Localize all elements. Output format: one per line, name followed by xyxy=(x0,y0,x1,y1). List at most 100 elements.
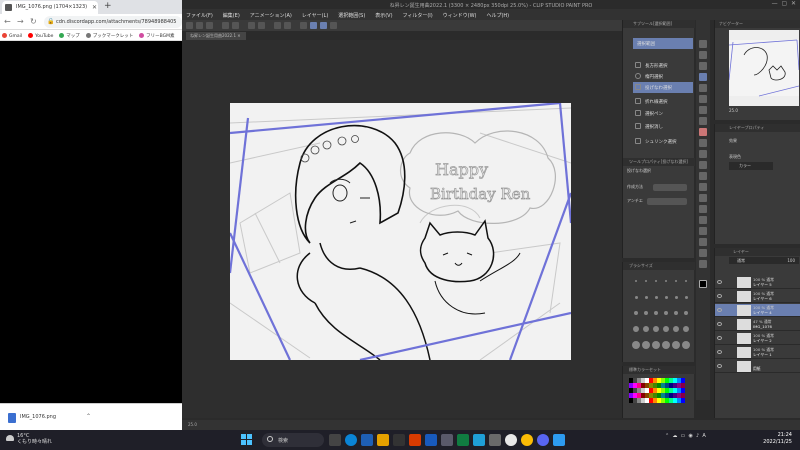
deselect-icon[interactable] xyxy=(284,22,291,29)
display-color-select[interactable]: カラー xyxy=(729,162,773,170)
taskbar-search[interactable]: 検索 xyxy=(262,433,324,447)
zoom-icon[interactable] xyxy=(699,40,707,48)
brush-size-option[interactable] xyxy=(684,295,688,299)
chrome-icon[interactable] xyxy=(521,434,533,446)
eye-icon[interactable] xyxy=(717,322,722,326)
menu-filter[interactable]: フィルター(I) xyxy=(398,9,436,19)
clear-icon[interactable] xyxy=(248,22,255,29)
airbrush-icon[interactable] xyxy=(699,139,707,147)
decorate-icon[interactable] xyxy=(699,150,707,158)
subtool-selection-pen[interactable]: 選択ペン xyxy=(633,108,693,119)
subtool-polyline-select[interactable]: 折れ線選択 xyxy=(633,96,693,107)
brush-size-option[interactable] xyxy=(634,311,638,315)
brush-size-option[interactable] xyxy=(655,280,657,282)
brush-size-option[interactable] xyxy=(665,280,667,282)
ruler-icon[interactable] xyxy=(699,227,707,235)
app-cyan-icon[interactable] xyxy=(553,434,565,446)
pen-icon[interactable] xyxy=(699,106,707,114)
window-controls[interactable]: — ▢ ✕ xyxy=(772,0,796,7)
fill-icon[interactable] xyxy=(699,183,707,191)
discord-icon[interactable] xyxy=(537,434,549,446)
menu-window[interactable]: ウィンドウ(W) xyxy=(439,9,481,19)
app-gray-icon[interactable] xyxy=(489,434,501,446)
brush-size-option[interactable] xyxy=(663,326,669,332)
menu-layer[interactable]: レイヤー(L) xyxy=(298,9,333,19)
brush-size-option[interactable] xyxy=(635,280,637,282)
text-icon[interactable] xyxy=(699,238,707,246)
canvas-area[interactable]: Happy Birthday Ren xyxy=(182,40,622,418)
brush-size-option[interactable] xyxy=(642,341,650,349)
select-all-icon[interactable] xyxy=(274,22,281,29)
brush-size-option[interactable] xyxy=(653,326,659,332)
move-icon[interactable] xyxy=(699,62,707,70)
shape-icon[interactable] xyxy=(699,205,707,213)
brush-size-option[interactable] xyxy=(664,311,668,315)
layer-row[interactable]: 100 % 通常 レイヤー 6 xyxy=(715,290,800,303)
brush-size-option[interactable] xyxy=(684,311,688,315)
redo-icon[interactable] xyxy=(232,22,239,29)
wand-icon[interactable] xyxy=(699,84,707,92)
subtool-selection-eraser[interactable]: 選択消し xyxy=(633,121,693,132)
new-tab-button[interactable]: + xyxy=(104,1,112,11)
eye-icon[interactable] xyxy=(717,308,722,312)
snap-ruler-icon[interactable] xyxy=(310,22,317,29)
bookmark-gmail[interactable]: Gmail xyxy=(0,30,24,39)
layer-row[interactable]: 100 % 通常 レイヤー 2 xyxy=(715,332,800,345)
frame-icon[interactable] xyxy=(699,216,707,224)
brush-size-option[interactable] xyxy=(654,311,658,315)
subtool-shrink-select[interactable]: シュリンク選択 xyxy=(633,136,693,147)
menu-view[interactable]: 表示(V) xyxy=(371,9,396,19)
brush-size-option[interactable] xyxy=(645,280,647,282)
subtool-group-tab[interactable]: 選択範囲 xyxy=(633,38,693,49)
brush-size-option[interactable] xyxy=(654,295,658,299)
bookmark-maps[interactable]: マップ xyxy=(57,30,82,39)
eyedropper-icon[interactable] xyxy=(699,95,707,103)
mail-icon[interactable] xyxy=(361,434,373,446)
eye-icon[interactable] xyxy=(717,364,722,368)
excel-icon[interactable] xyxy=(457,434,469,446)
brush-size-option[interactable] xyxy=(633,326,639,332)
layer-row[interactable]: 47 % 通常 IMG_1076 xyxy=(715,318,800,331)
blend-mode-select[interactable]: 通常 100 xyxy=(729,257,799,264)
line-icon[interactable] xyxy=(699,260,707,268)
save-icon[interactable] xyxy=(206,22,213,29)
navigator-zoom[interactable]: 25.0 xyxy=(729,108,738,113)
brush-size-option[interactable] xyxy=(673,326,679,332)
balloon-icon[interactable] xyxy=(699,249,707,257)
start-button[interactable] xyxy=(241,434,253,446)
snap-grid-icon[interactable] xyxy=(330,22,337,29)
bookmark-free-bgm[interactable]: フリーBGM素 xyxy=(137,30,176,39)
blend-icon[interactable] xyxy=(699,172,707,180)
opacity-value[interactable]: 100 xyxy=(787,258,795,263)
brush-size-option[interactable] xyxy=(662,341,670,349)
brush-size-option[interactable] xyxy=(685,280,687,282)
layer-row[interactable]: 100 % 通常 レイヤー 4 xyxy=(715,304,800,317)
subtool-lasso-select[interactable]: 投げなわ選択 xyxy=(633,82,693,93)
menu-edit[interactable]: 編集(E) xyxy=(219,9,244,19)
edge-icon[interactable] xyxy=(345,434,357,446)
brush-size-option[interactable] xyxy=(674,311,678,315)
office-icon[interactable] xyxy=(409,434,421,446)
app-blue-icon[interactable] xyxy=(473,434,485,446)
subtool-rect-select[interactable]: 長方形選択 xyxy=(633,60,693,71)
eye-icon[interactable] xyxy=(717,280,722,284)
color-swatch[interactable] xyxy=(681,398,685,403)
pencil-icon[interactable] xyxy=(699,117,707,125)
new-file-icon[interactable] xyxy=(186,22,193,29)
brush-size-option[interactable] xyxy=(652,341,660,349)
brush-size-option[interactable] xyxy=(634,295,638,299)
system-tray[interactable]: ⌃ ☁ ▭ ◉ ♪ A xyxy=(665,433,706,439)
reload-icon[interactable]: ↻ xyxy=(30,17,37,26)
explorer-icon[interactable] xyxy=(377,434,389,446)
eraser-icon[interactable] xyxy=(699,161,707,169)
task-view-icon[interactable] xyxy=(329,434,341,446)
word-icon[interactable] xyxy=(425,434,437,446)
download-item[interactable]: IMG_1076.png ⌃ xyxy=(6,411,96,425)
eye-icon[interactable] xyxy=(717,350,722,354)
undo-icon[interactable] xyxy=(222,22,229,29)
brush-size-option[interactable] xyxy=(644,311,648,315)
brush-size-option[interactable] xyxy=(675,280,677,282)
clip-studio-icon[interactable] xyxy=(505,434,517,446)
layer-row[interactable]: 100 % 通常 レイヤー 5 xyxy=(715,276,800,289)
creation-method-options[interactable] xyxy=(653,184,687,191)
